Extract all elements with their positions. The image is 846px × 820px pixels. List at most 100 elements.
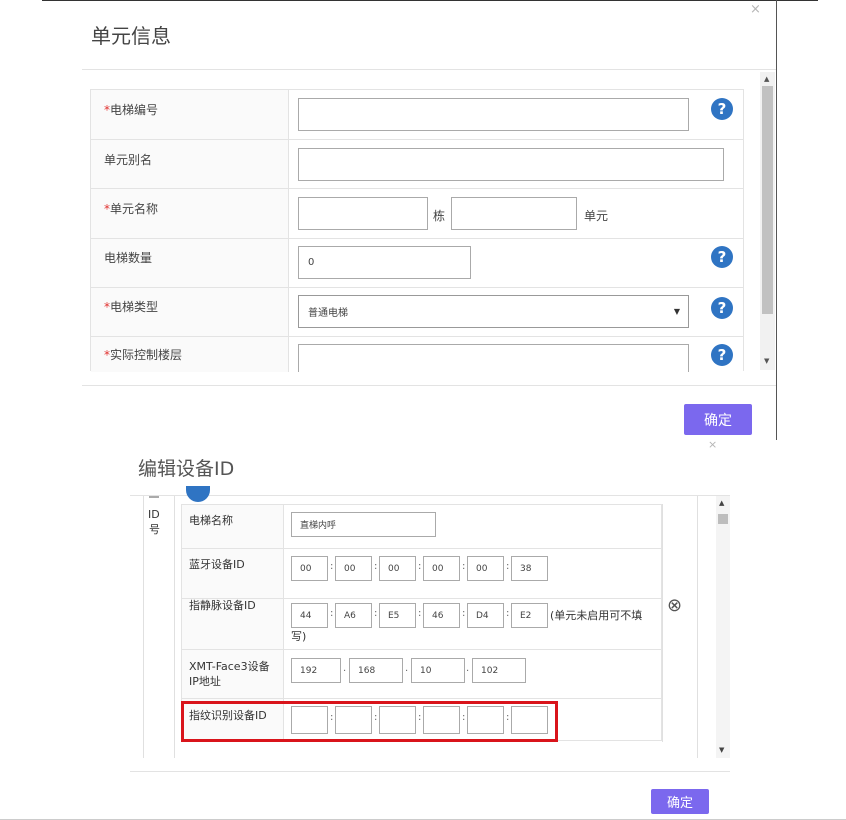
help-icon[interactable]: ? bbox=[711, 297, 733, 319]
scroll-up-arrow-icon[interactable]: ▲ bbox=[764, 75, 769, 83]
ip-seg-1[interactable]: 192 bbox=[291, 658, 341, 683]
label-vein-device-id: 指静脉设备ID bbox=[189, 599, 256, 612]
remove-icon[interactable]: ⊗ bbox=[667, 595, 682, 616]
label-elevator-name: 电梯名称 bbox=[189, 514, 233, 527]
label-unit-alias: 单元别名 bbox=[104, 153, 153, 167]
fingerprint-seg-1[interactable] bbox=[291, 706, 328, 734]
vein-seg-2[interactable]: A6 bbox=[335, 603, 372, 628]
dialog-unit-info: 单元信息 × *电梯编号 ? 单元别名 *单元名称 栋 单元 电梯数量 0 ? … bbox=[0, 0, 846, 440]
help-icon[interactable]: ? bbox=[711, 344, 733, 366]
label-face-device-line2: IP地址 bbox=[189, 675, 221, 688]
help-icon[interactable]: ? bbox=[711, 98, 733, 120]
scrollbar-thumb[interactable] bbox=[718, 514, 728, 524]
label-fingerprint-device-id: 指纹识别设备ID bbox=[189, 709, 267, 722]
ip-seg-2[interactable]: 168 bbox=[349, 658, 403, 683]
colon: : bbox=[462, 561, 466, 572]
scroll-up-arrow-icon[interactable]: ▲ bbox=[719, 499, 724, 507]
vein-seg-4[interactable]: 46 bbox=[423, 603, 460, 628]
confirm-button[interactable]: 确定 bbox=[684, 404, 752, 435]
remove-column-border bbox=[697, 496, 698, 758]
row-divider bbox=[91, 188, 743, 189]
colon: : bbox=[374, 712, 378, 723]
label-text: 实际控制楼层 bbox=[110, 348, 183, 362]
unit-input[interactable] bbox=[451, 197, 577, 230]
actual-floors-input[interactable] bbox=[298, 344, 689, 372]
colon: : bbox=[330, 561, 334, 572]
partial-icon-top bbox=[186, 486, 210, 502]
label-unit-name: *单元名称 bbox=[104, 200, 158, 217]
label-text: 电梯类型 bbox=[110, 300, 159, 314]
colon: : bbox=[374, 608, 378, 619]
vein-seg-3[interactable]: E5 bbox=[379, 603, 416, 628]
row-divider bbox=[182, 698, 661, 699]
label-bluetooth-id: 蓝牙设备ID bbox=[189, 558, 245, 571]
label-elevator-count: 电梯数量 bbox=[104, 251, 153, 265]
partial-label-top bbox=[149, 496, 159, 501]
unit-alias-input[interactable] bbox=[298, 148, 724, 181]
colon: : bbox=[330, 608, 334, 619]
building-input[interactable] bbox=[298, 197, 428, 230]
colon: : bbox=[418, 561, 422, 572]
side-label-id: ID bbox=[148, 508, 160, 521]
row-divider bbox=[91, 238, 743, 239]
confirm-button[interactable]: 确定 bbox=[651, 789, 709, 814]
chevron-down-icon: ▼ bbox=[673, 307, 680, 316]
vein-seg-5[interactable]: D4 bbox=[467, 603, 504, 628]
bluetooth-seg-4[interactable]: 00 bbox=[423, 556, 460, 581]
bluetooth-seg-5[interactable]: 00 bbox=[467, 556, 504, 581]
row-divider bbox=[91, 336, 743, 337]
ip-seg-3[interactable]: 10 bbox=[411, 658, 465, 683]
label-elevator-number: *电梯编号 bbox=[104, 101, 158, 118]
bluetooth-seg-6[interactable]: 38 bbox=[511, 556, 548, 581]
dialog-title: 单元信息 bbox=[91, 24, 171, 48]
row-divider bbox=[91, 139, 743, 140]
top-border bbox=[42, 0, 818, 1]
footer-divider bbox=[82, 385, 776, 386]
vein-seg-1[interactable]: 44 bbox=[291, 603, 328, 628]
header-divider bbox=[130, 495, 730, 496]
dot: . bbox=[343, 663, 347, 674]
scroll-down-arrow-icon[interactable]: ▼ bbox=[764, 357, 769, 365]
vein-note-wrap: 写) bbox=[291, 630, 307, 643]
elevator-type-select[interactable]: 普通电梯 ▼ bbox=[298, 295, 689, 328]
fingerprint-seg-3[interactable] bbox=[379, 706, 416, 734]
label-actual-floors: *实际控制楼层 bbox=[104, 346, 182, 363]
vein-note: (单元未启用可不填 bbox=[550, 609, 643, 622]
colon: : bbox=[418, 608, 422, 619]
remove-column-border bbox=[662, 504, 663, 742]
label-column bbox=[91, 90, 289, 372]
ip-seg-4[interactable]: 102 bbox=[472, 658, 526, 683]
colon: : bbox=[506, 712, 510, 723]
scrollbar[interactable]: ▲ ▼ bbox=[716, 496, 730, 758]
colon: : bbox=[330, 712, 334, 723]
bluetooth-seg-1[interactable]: 00 bbox=[291, 556, 328, 581]
row-divider bbox=[182, 649, 661, 650]
close-icon[interactable]: × bbox=[750, 2, 761, 17]
elevator-number-input[interactable] bbox=[298, 98, 689, 131]
dot: . bbox=[405, 663, 409, 674]
select-value: 普通电梯 bbox=[308, 308, 348, 319]
close-icon[interactable]: × bbox=[708, 438, 717, 451]
side-border bbox=[143, 496, 144, 758]
colon: : bbox=[374, 561, 378, 572]
elevator-name-input[interactable]: 直梯内呼 bbox=[291, 512, 436, 537]
unit-suffix: 单元 bbox=[584, 209, 609, 223]
label-text: 单元名称 bbox=[110, 202, 159, 216]
fingerprint-seg-5[interactable] bbox=[467, 706, 504, 734]
fingerprint-seg-4[interactable] bbox=[423, 706, 460, 734]
scrollbar-thumb[interactable] bbox=[762, 86, 773, 314]
help-icon[interactable]: ? bbox=[711, 246, 733, 268]
vein-seg-6[interactable]: E2 bbox=[511, 603, 548, 628]
bluetooth-seg-3[interactable]: 00 bbox=[379, 556, 416, 581]
dialog-title: 编辑设备ID bbox=[138, 458, 235, 480]
scroll-down-arrow-icon[interactable]: ▼ bbox=[719, 746, 724, 754]
fingerprint-seg-6[interactable] bbox=[511, 706, 548, 734]
form-table bbox=[90, 89, 744, 372]
colon: : bbox=[506, 608, 510, 619]
dialog-right-border bbox=[776, 0, 777, 440]
scrollbar[interactable]: ▲ ▼ bbox=[760, 72, 775, 370]
fingerprint-seg-2[interactable] bbox=[335, 706, 372, 734]
elevator-count-input[interactable]: 0 bbox=[298, 246, 471, 279]
bluetooth-seg-2[interactable]: 00 bbox=[335, 556, 372, 581]
colon: : bbox=[462, 712, 466, 723]
